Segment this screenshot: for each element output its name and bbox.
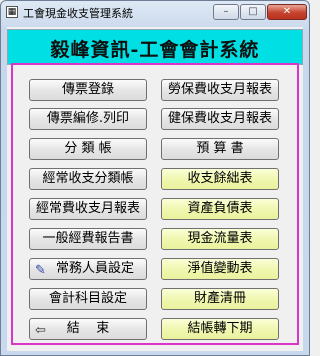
property-list-button[interactable]: 財產清冊	[161, 288, 279, 310]
maximize-button[interactable]: □	[240, 4, 266, 20]
recurring-ledger-button[interactable]: 經常收支分類帳	[29, 168, 147, 190]
exit-button[interactable]: ⇦ 結 束	[29, 318, 147, 340]
client-area: 毅峰資訊-工會會計系統 傳票登錄 傳票編修.列印 分 類 帳 經常收支分類帳 經…	[7, 27, 303, 351]
window-title: 工會現金收支管理系統	[23, 7, 133, 20]
budget-button[interactable]: 預 算 書	[161, 138, 279, 160]
system-banner: 毅峰資訊-工會會計系統	[7, 29, 303, 65]
labor-insurance-report-button[interactable]: 勞保費收支月報表	[161, 79, 279, 101]
app-icon: ▦	[6, 6, 18, 18]
pencil-icon: ✎	[35, 263, 46, 278]
staff-settings-button[interactable]: ✎ 常務人員設定	[29, 258, 147, 280]
income-surplus-button[interactable]: 收支餘絀表	[161, 168, 279, 190]
exit-label: 結 束	[66, 321, 110, 336]
account-subject-settings-button[interactable]: 會計科目設定	[29, 288, 147, 310]
health-insurance-report-button[interactable]: 健保費收支月報表	[161, 108, 279, 130]
banner-title: 毅峰資訊-工會會計系統	[50, 39, 260, 61]
close-button[interactable]: ✕	[267, 4, 307, 20]
cash-flow-button[interactable]: 現金流量表	[161, 228, 279, 250]
title-bar[interactable]: ▦ 工會現金收支管理系統 – □ ✕	[1, 1, 309, 25]
ledger-button[interactable]: 分 類 帳	[29, 138, 147, 160]
recurring-monthly-report-button[interactable]: 經常費收支月報表	[29, 198, 147, 220]
balance-sheet-button[interactable]: 資產負債表	[161, 198, 279, 220]
menu-panel: 傳票登錄 傳票編修.列印 分 類 帳 經常收支分類帳 經常費收支月報表 一般經費…	[11, 63, 299, 345]
app-window: ▦ 工會現金收支管理系統 – □ ✕ 毅峰資訊-工會會計系統 傳票登錄 傳票編修…	[0, 0, 310, 356]
equity-change-button[interactable]: 淨值變動表	[161, 258, 279, 280]
minimize-button[interactable]: –	[213, 4, 239, 20]
voucher-entry-button[interactable]: 傳票登錄	[29, 79, 147, 101]
exit-icon: ⇦	[35, 323, 46, 338]
staff-settings-label: 常務人員設定	[55, 261, 134, 276]
general-fund-report-button[interactable]: 一般經費報告書	[29, 228, 147, 250]
closing-carryover-button[interactable]: 結帳轉下期	[161, 318, 279, 340]
voucher-edit-print-button[interactable]: 傳票編修.列印	[29, 108, 147, 130]
